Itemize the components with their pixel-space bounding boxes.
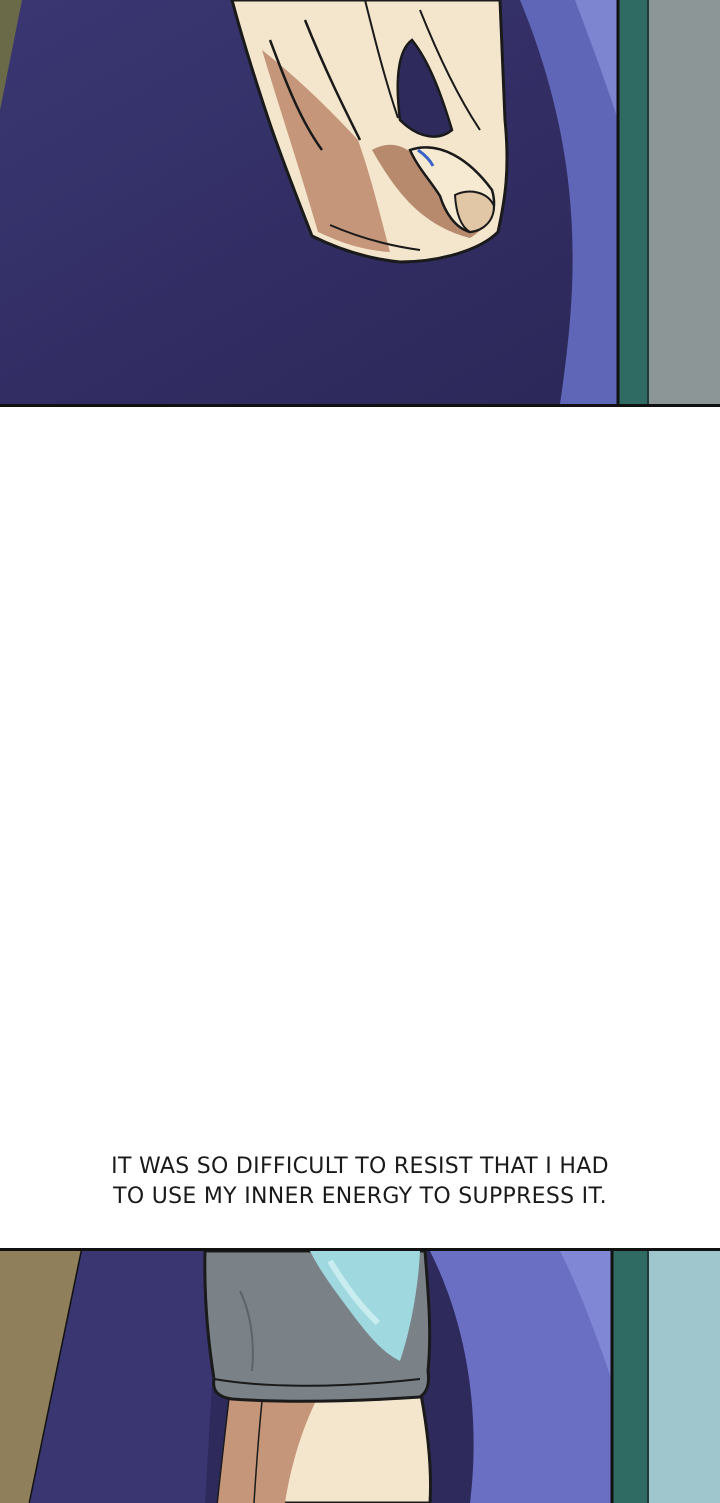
narration-caption: IT WAS SO DIFFICULT TO RESIST THAT I HAD… xyxy=(40,1152,680,1212)
wall xyxy=(648,0,720,404)
caption-line-1: IT WAS SO DIFFICULT TO RESIST THAT I HAD xyxy=(111,1154,609,1179)
sleeve xyxy=(203,1251,432,1403)
sleeve-arm-illustration xyxy=(0,1251,720,1503)
clenched-hand-illustration xyxy=(0,0,720,404)
caption-line-2: TO USE MY INNER ENERGY TO SUPPRESS IT. xyxy=(113,1184,607,1209)
panel-gutter xyxy=(0,407,720,1248)
wall xyxy=(648,1251,720,1503)
door-frame xyxy=(618,0,648,404)
arm xyxy=(216,1387,433,1503)
comic-page: IT WAS SO DIFFICULT TO RESIST THAT I HAD… xyxy=(0,0,720,1503)
panel-sleeve-arm xyxy=(0,1248,720,1503)
door-frame xyxy=(612,1251,648,1503)
panel-clenched-hand xyxy=(0,0,720,407)
